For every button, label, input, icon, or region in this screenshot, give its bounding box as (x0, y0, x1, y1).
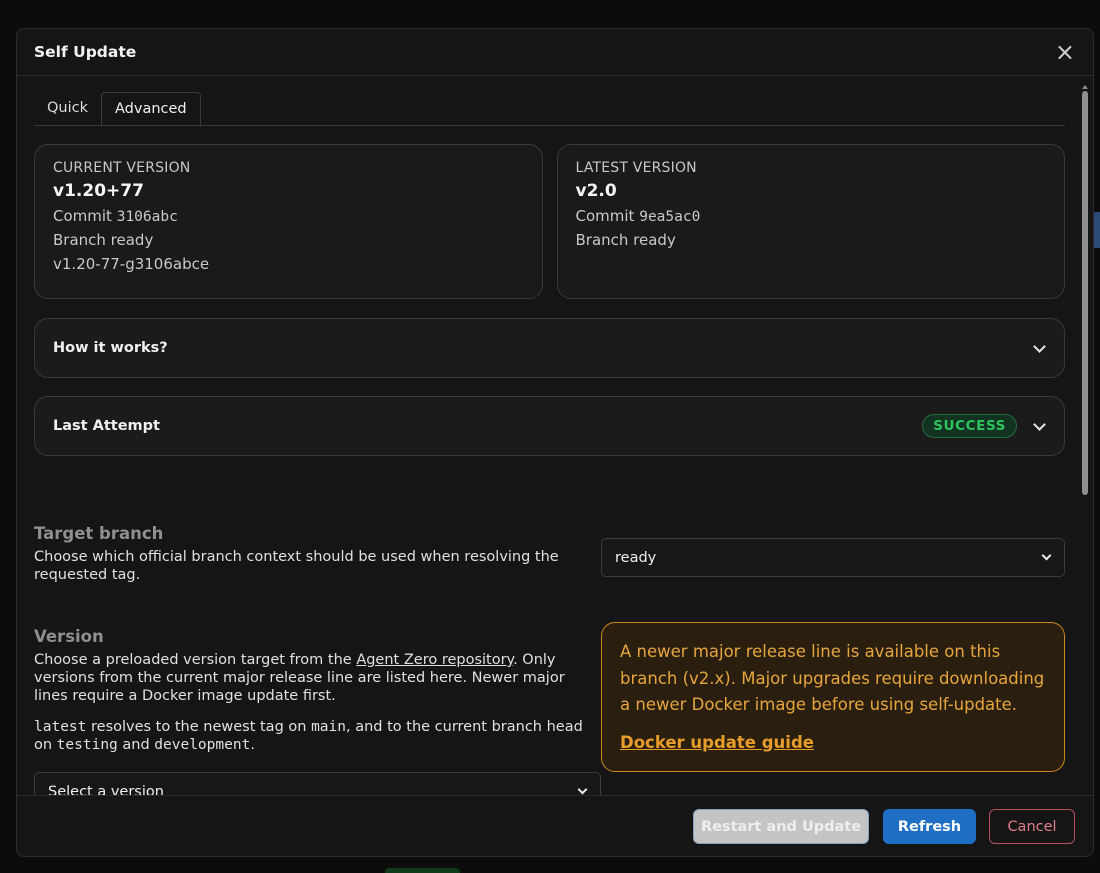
version-title: Version (34, 627, 104, 646)
latest-version-value: v2.0 (575, 181, 617, 201)
last-attempt-controls: SUCCESS (922, 414, 1046, 438)
dialog-header: Self Update × (17, 29, 1093, 76)
docker-update-guide-link[interactable]: Docker update guide (620, 733, 814, 752)
dialog-title: Self Update (34, 43, 137, 61)
version-desc-text: Choose a preloaded version target from t… (34, 652, 357, 668)
current-branch: Branch ready (53, 231, 154, 249)
major-update-warning: A newer major release line is available … (601, 622, 1065, 772)
chevron-down-icon[interactable] (1033, 417, 1046, 431)
version-note-text-3: and (117, 737, 155, 753)
version-note-text-4: . (250, 737, 255, 753)
code-latest: latest (34, 719, 87, 735)
code-testing: testing (56, 737, 118, 753)
background-edge-bottom (385, 868, 460, 873)
close-icon[interactable]: × (1055, 40, 1075, 64)
scrollbar[interactable] (1081, 85, 1090, 817)
target-branch-select[interactable]: ready (601, 538, 1065, 577)
current-commit-prefix: Commit (53, 207, 112, 225)
tab-advanced[interactable]: Advanced (101, 92, 201, 127)
dialog-body[interactable]: Quick Advanced CURRENT VERSION v1.20+77 … (17, 76, 1081, 797)
self-update-dialog: Self Update × Quick Advanced CURRENT VER… (16, 28, 1094, 857)
latest-version-card: LATEST VERSION v2.0 Commit 9ea5ac0 Branc… (556, 144, 1065, 299)
version-note-text: resolves to the newest tag on (86, 719, 312, 735)
agent-zero-repo-link[interactable]: Agent Zero repository (356, 652, 513, 668)
version-section: Version Choose a preloaded version targe… (34, 627, 594, 754)
latest-version-label: LATEST VERSION (575, 160, 697, 176)
latest-commit-prefix: Commit (575, 207, 635, 225)
version-cards: CURRENT VERSION v1.20+77 Commit 3106abc … (34, 144, 1065, 299)
version-select[interactable]: Select a version (34, 772, 601, 797)
version-description: Choose a preloaded version target from t… (34, 651, 594, 705)
current-version-card: CURRENT VERSION v1.20+77 Commit 3106abc … (34, 144, 543, 299)
refresh-button[interactable]: Refresh (883, 809, 976, 844)
current-version-label: CURRENT VERSION (53, 160, 191, 176)
version-note: latest resolves to the newest tag on mai… (34, 718, 594, 754)
target-branch-description: Choose which official branch context sho… (34, 549, 559, 583)
latest-commit: Commit 9ea5ac0 (576, 207, 1047, 225)
tab-bar: Quick Advanced (34, 92, 1065, 127)
chevron-down-icon (1041, 550, 1052, 561)
scroll-thumb[interactable] (1082, 91, 1088, 495)
code-development: development (154, 737, 251, 753)
current-describe: v1.20-77-g3106abce (53, 255, 210, 273)
target-branch-title: Target branch (34, 524, 164, 543)
how-it-works-accordion[interactable]: How it works? (34, 318, 1065, 378)
chevron-down-icon (577, 784, 588, 795)
chevron-down-icon[interactable] (1033, 339, 1046, 353)
latest-branch: Branch ready (575, 231, 676, 249)
warning-text: A newer major release line is available … (620, 642, 1045, 714)
restart-and-update-button[interactable]: Restart and Update (693, 809, 869, 844)
latest-commit-hash: 9ea5ac0 (639, 209, 701, 225)
dialog-footer: Restart and Update Refresh Cancel (17, 795, 1093, 856)
last-attempt-title: Last Attempt (53, 418, 160, 434)
tab-quick[interactable]: Quick (34, 92, 101, 126)
code-main: main (311, 719, 346, 735)
how-it-works-title: How it works? (53, 340, 168, 356)
cancel-button[interactable]: Cancel (989, 809, 1075, 844)
target-branch-selected: ready (615, 549, 657, 566)
current-version-value: v1.20+77 (53, 181, 144, 201)
target-branch-section: Target branch Choose which official bran… (34, 524, 564, 584)
last-attempt-accordion[interactable]: Last Attempt SUCCESS (34, 396, 1065, 456)
how-it-works-controls (1033, 339, 1046, 353)
status-badge: SUCCESS (922, 414, 1017, 438)
scroll-up-icon[interactable] (1082, 85, 1088, 89)
current-commit: Commit 3106abc (53, 207, 524, 225)
current-commit-hash: 3106abc (116, 209, 178, 225)
